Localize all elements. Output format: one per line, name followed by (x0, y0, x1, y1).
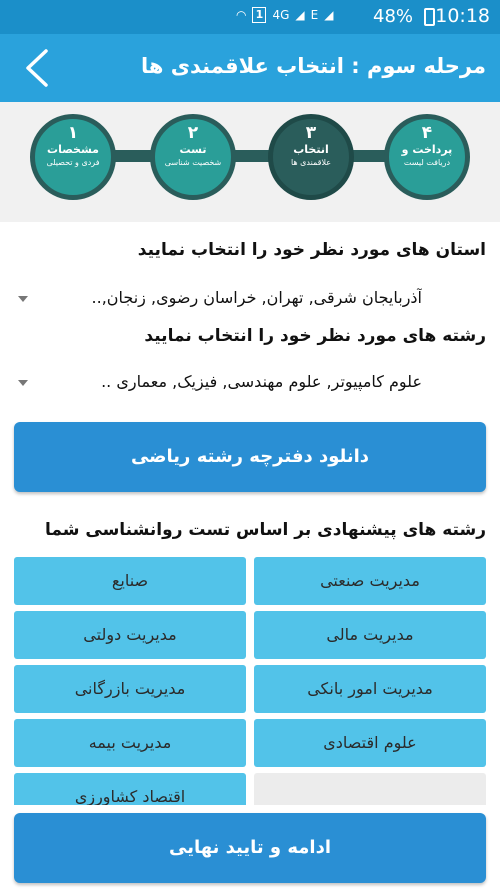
dropdown-arrow-icon (18, 380, 28, 386)
major-chip[interactable]: مدیریت دولتی (14, 611, 246, 659)
battery-percent: 48% (373, 6, 414, 27)
provinces-label: استان های مورد نظر خود را انتخاب نمایید (137, 240, 486, 260)
step-subtitle: دریافت لیست (403, 158, 451, 167)
suggested-majors-label: رشته های پیشنهادی بر اساس تست روانشناسی … (44, 520, 486, 540)
app-bar: مرحله سوم : انتخاب علاقمندی ها (0, 34, 500, 102)
provinces-value: آذربایجان شرقی, تهران, خراسان رضوی, زنجا… (91, 288, 422, 307)
step-1: ۱ مشخصات فردی و تحصیلی (30, 114, 116, 200)
sim-icon: 1 (252, 7, 267, 23)
step-indicator: ۱ مشخصات فردی و تحصیلی ۲ تست شخصیت شناسی… (0, 102, 500, 222)
dropdown-arrow-icon (18, 296, 28, 302)
step-number: ۱ (67, 123, 79, 143)
status-bar: ◠ 1 4G ◢ E ◢ 48% 10:18 (0, 0, 500, 34)
major-chip[interactable]: مدیریت امور بانکی (254, 665, 486, 713)
wifi-icon: ◠ (236, 8, 247, 22)
network-type-4g: 4G (272, 8, 290, 22)
majors-label: رشته های مورد نظر خود را انتخاب نمایید (144, 326, 486, 346)
signal-icon: ◢ (295, 8, 305, 22)
major-chip[interactable]: مدیریت صنعتی (254, 557, 486, 605)
major-chip[interactable]: علوم اقتصادی (254, 719, 486, 767)
step-subtitle: فردی و تحصیلی (46, 158, 100, 167)
signal-icon-2: ◢ (324, 8, 334, 22)
step-title: پرداخت و (401, 143, 453, 156)
major-chip[interactable]: مدیریت بازرگانی (14, 665, 246, 713)
provinces-dropdown[interactable]: آذربایجان شرقی, تهران, خراسان رضوی, زنجا… (14, 284, 486, 318)
major-chip[interactable]: اقتصاد کشاورزی (14, 773, 246, 805)
step-3: ۳ انتخاب علاقمندی ها (268, 114, 354, 200)
page-title: مرحله سوم : انتخاب علاقمندی ها (141, 54, 486, 78)
network-type-e: E (310, 8, 319, 22)
step-4: ۴ پرداخت و دریافت لیست (384, 114, 470, 200)
status-icons: ◠ 1 4G ◢ E ◢ (236, 7, 333, 23)
step-number: ۴ (421, 123, 433, 143)
step-title: تست (179, 143, 207, 156)
major-chip[interactable]: مدیریت بیمه (14, 719, 246, 767)
step-number: ۲ (187, 123, 199, 143)
step-title: مشخصات (47, 143, 99, 156)
battery-icon (424, 8, 435, 26)
step-number: ۳ (305, 123, 317, 143)
confirm-continue-button[interactable]: ادامه و تایید نهایی (14, 813, 486, 883)
clock: 10:18 (435, 5, 490, 27)
major-chip[interactable]: صنایع (14, 557, 246, 605)
download-booklet-button[interactable]: دانلود دفترچه رشته ریاضی (14, 422, 486, 492)
step-title: انتخاب (293, 143, 329, 156)
back-arrow-icon[interactable] (20, 48, 52, 88)
major-chip-empty (254, 773, 486, 805)
step-2: ۲ تست شخصیت شناسی (150, 114, 236, 200)
majors-value: علوم کامپیوتر, علوم مهندسی, فیزیک, معمار… (101, 372, 422, 391)
majors-dropdown[interactable]: علوم کامپیوتر, علوم مهندسی, فیزیک, معمار… (14, 368, 486, 402)
step-subtitle: شخصیت شناسی (164, 158, 222, 167)
major-chip[interactable]: مدیریت مالی (254, 611, 486, 659)
step-subtitle: علاقمندی ها (290, 158, 332, 167)
suggested-majors-grid: مدیریت صنعتی صنایع مدیریت مالی مدیریت دو… (14, 557, 486, 805)
